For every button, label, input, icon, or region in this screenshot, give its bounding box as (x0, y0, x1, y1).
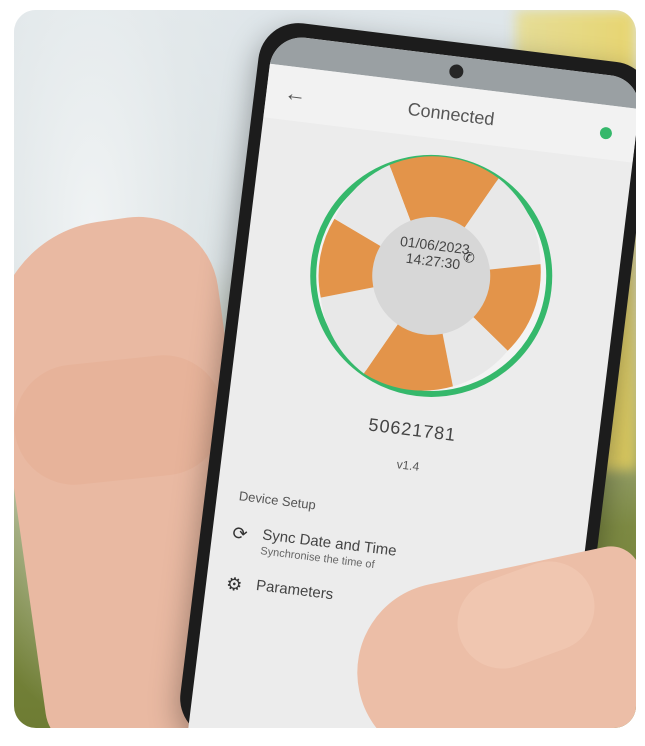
front-camera (448, 63, 465, 80)
center-date: 01/06/2023 14:27:30 (374, 230, 495, 276)
sync-icon: ⟳ (231, 522, 249, 545)
device-ring-indicator: 01/06/2023 14:27:30 ✆ (292, 137, 571, 416)
photo-background: ← Connected 01/06/2023 14:27:30 ✆ 506217… (14, 10, 636, 728)
gear-icon: ⚙ (225, 573, 244, 596)
phone-icon: ✆ (462, 248, 476, 267)
parameters-title: Parameters (255, 576, 335, 604)
center-meta (372, 276, 489, 290)
sync-text: Sync Date and Time Synchronise the time … (260, 526, 398, 573)
